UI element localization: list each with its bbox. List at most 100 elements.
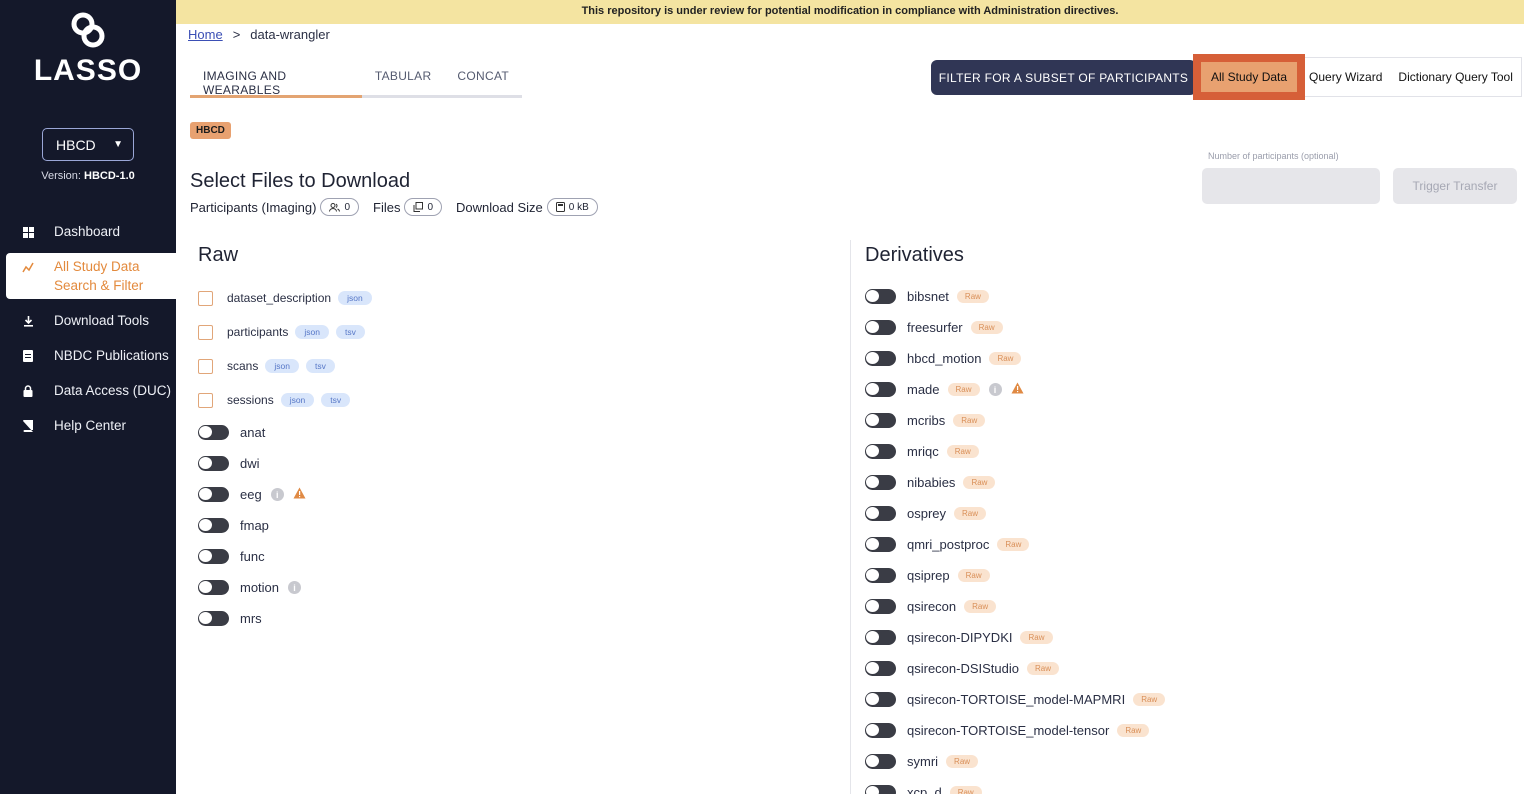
raw-tag: Raw	[1027, 662, 1060, 675]
raw-tag: Raw	[963, 476, 996, 489]
file-checkbox[interactable]	[198, 392, 213, 408]
raw-title: Raw	[198, 244, 239, 266]
study-badge: HBCD	[190, 122, 231, 139]
raw-tag: Raw	[946, 755, 979, 768]
file-checkbox[interactable]	[198, 324, 213, 340]
file-checkbox[interactable]	[198, 358, 213, 374]
sidebar-item-label: Data Access (DUC)	[54, 383, 172, 398]
warning-icon[interactable]	[1011, 382, 1024, 397]
raw-tag: Raw	[947, 383, 980, 396]
info-icon[interactable]: i	[988, 383, 1002, 396]
storage-icon	[555, 202, 565, 212]
raw-tag: Raw	[970, 321, 1003, 334]
trigger-transfer-button[interactable]: Trigger Transfer	[1393, 168, 1517, 204]
toggle-switch[interactable]	[865, 289, 896, 304]
tab-all-study-data[interactable]: All Study Data	[1192, 54, 1306, 100]
sidebar-item-download-tools[interactable]: Download Tools	[6, 307, 176, 334]
toggle-switch[interactable]	[198, 518, 229, 533]
toggle-row: symri Raw	[865, 746, 1505, 777]
toggle-switch[interactable]	[198, 549, 229, 564]
study-select[interactable]: HBCD ▼	[42, 128, 134, 161]
version-value: HBCD-1.0	[84, 170, 135, 182]
toggle-row: qsirecon Raw	[865, 591, 1505, 622]
file-checkbox[interactable]	[198, 290, 213, 306]
format-tag: json	[338, 291, 372, 305]
toggle-row: fmap	[198, 510, 838, 541]
toggle-switch[interactable]	[865, 444, 896, 459]
toggle-switch[interactable]	[865, 568, 896, 583]
toggle-label: mcribs	[907, 413, 946, 428]
toggle-switch[interactable]	[865, 537, 896, 552]
toggle-switch[interactable]	[198, 487, 229, 502]
toggle-switch[interactable]	[865, 723, 896, 738]
toggle-switch[interactable]	[865, 661, 896, 676]
raw-column: Raw dataset_description json participants j…	[198, 244, 838, 634]
lock-icon	[20, 383, 36, 399]
raw-tag: Raw	[954, 507, 987, 520]
logo[interactable]: LASSO	[0, 10, 176, 88]
toggle-switch[interactable]	[865, 692, 896, 707]
toggle-label: fmap	[240, 518, 269, 533]
warning-icon[interactable]	[293, 487, 306, 502]
toggle-switch[interactable]	[865, 351, 896, 366]
tab-tabular[interactable]: TABULAR	[362, 60, 445, 95]
toggle-label: anat	[240, 425, 266, 440]
raw-tag: Raw	[1020, 631, 1053, 644]
sidebar-item-all-study-data[interactable]: All Study Data Search & Filter	[6, 253, 176, 299]
toggle-switch[interactable]	[865, 506, 896, 521]
toggle-label: eeg	[240, 487, 262, 502]
toggle-row: dwi	[198, 448, 838, 479]
filter-participants-button[interactable]: FILTER FOR A SUBSET OF PARTICIPANTS	[931, 60, 1196, 95]
toggle-label: osprey	[907, 506, 947, 521]
sidebar-item-dashboard[interactable]: Dashboard	[6, 218, 176, 245]
toggle-row: anat	[198, 417, 838, 448]
document-icon	[20, 348, 36, 364]
toggle-switch[interactable]	[865, 382, 896, 397]
sidebar-item-data-access[interactable]: Data Access (DUC)	[6, 377, 176, 404]
notice-banner: This repository is under review for pote…	[176, 0, 1524, 24]
participants-count-input[interactable]	[1202, 168, 1380, 204]
tab-imaging-and-wearables[interactable]: IMAGING AND WEARABLES	[190, 60, 362, 98]
format-tag: tsv	[321, 393, 351, 407]
tab-query-wizard[interactable]: Query Wizard	[1301, 58, 1390, 96]
sidebar-item-help-center[interactable]: Help Center	[6, 412, 176, 439]
toggle-switch[interactable]	[198, 425, 229, 440]
info-icon[interactable]: i	[270, 488, 284, 501]
sidebar-item-label: Help Center	[54, 418, 127, 433]
toggle-row: made Raw i	[865, 374, 1505, 405]
raw-toggle-list: anat dwi eeg i fmap func motion i mrs	[198, 417, 838, 634]
breadcrumb-current: data-wrangler	[250, 27, 330, 42]
format-tag: tsv	[305, 359, 335, 373]
toggle-label: qsirecon-TORTOISE_model-MAPMRI	[907, 692, 1126, 707]
raw-tag: Raw	[956, 290, 989, 303]
format-tag: json	[280, 393, 315, 407]
raw-tag: Raw	[964, 600, 997, 613]
toggle-label: qsirecon	[907, 599, 957, 614]
toggle-label: nibabies	[907, 475, 956, 490]
raw-tag: Raw	[1133, 693, 1166, 706]
raw-tag: Raw	[1117, 724, 1150, 737]
format-tag: json	[295, 325, 329, 339]
chart-icon	[20, 259, 36, 275]
tab-concat[interactable]: CONCAT	[444, 60, 522, 95]
sidebar-item-publications[interactable]: NBDC Publications	[6, 342, 176, 369]
toggle-label: mriqc	[907, 444, 939, 459]
sidebar-nav: Dashboard All Study Data Search & Filter…	[6, 218, 176, 447]
toggle-switch[interactable]	[865, 599, 896, 614]
toggle-switch[interactable]	[198, 456, 229, 471]
toggle-switch[interactable]	[865, 785, 896, 794]
breadcrumb-home-link[interactable]: Home	[188, 27, 223, 42]
copy-icon	[413, 202, 424, 212]
toggle-switch[interactable]	[865, 630, 896, 645]
raw-tag: Raw	[989, 352, 1022, 365]
file-row: sessions json tsv	[198, 383, 838, 417]
toggle-switch[interactable]	[865, 754, 896, 769]
info-icon[interactable]: i	[288, 581, 302, 594]
tab-dictionary-query-tool[interactable]: Dictionary Query Tool	[1390, 58, 1521, 96]
toggle-switch[interactable]	[198, 611, 229, 626]
toggle-switch[interactable]	[198, 580, 229, 595]
breadcrumb: Home > data-wrangler	[188, 27, 330, 42]
toggle-switch[interactable]	[865, 320, 896, 335]
toggle-switch[interactable]	[865, 475, 896, 490]
toggle-switch[interactable]	[865, 413, 896, 428]
